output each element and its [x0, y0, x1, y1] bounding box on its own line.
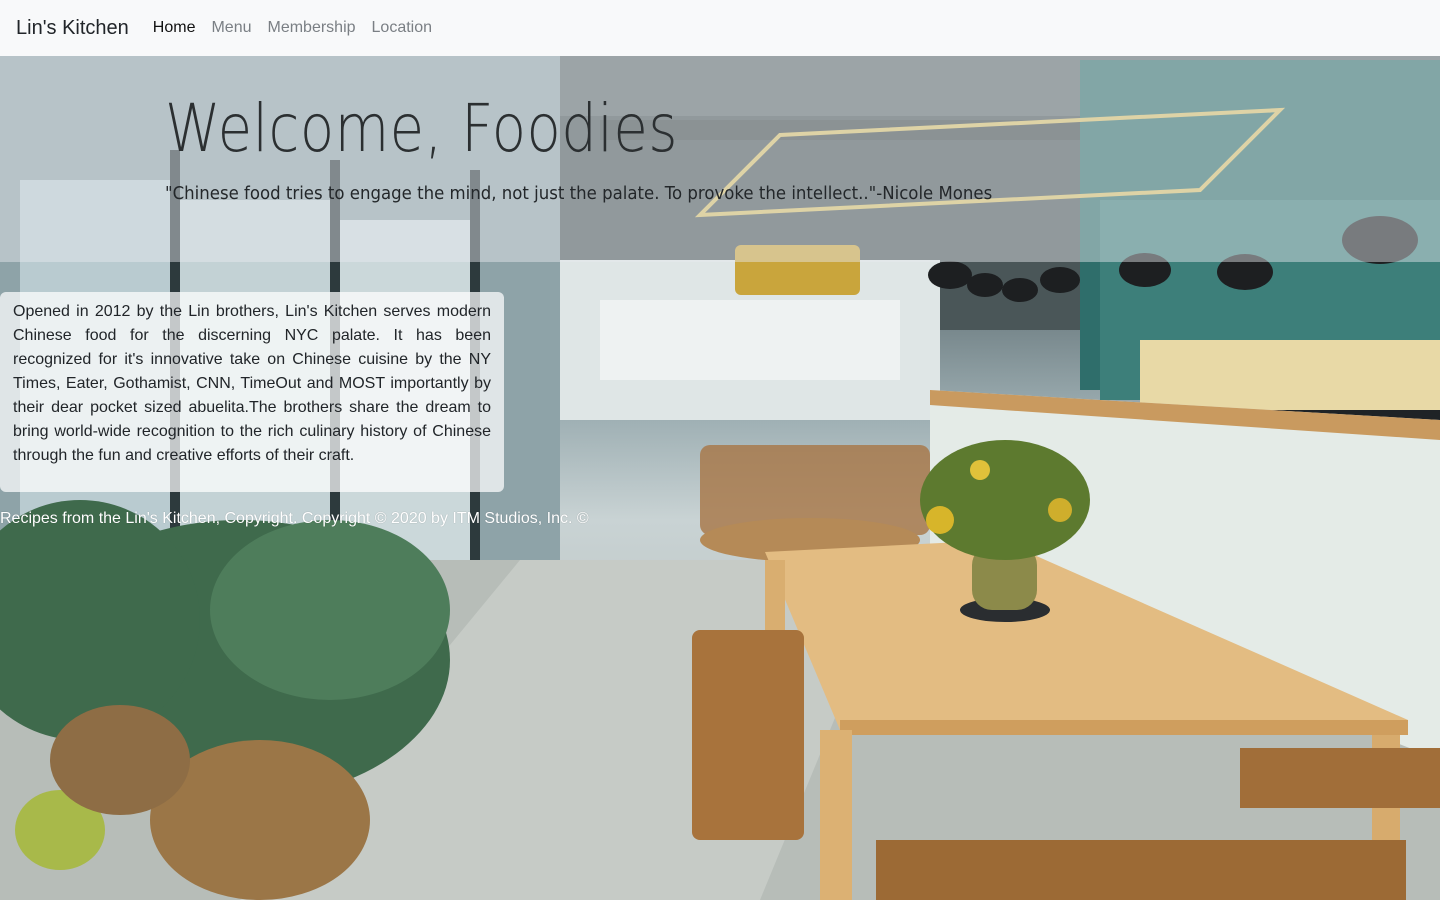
nav-link-location[interactable]: Location	[364, 11, 441, 45]
about-text: Opened in 2012 by the Lin brothers, Lin'…	[13, 303, 491, 464]
hero-title: Welcome, Foodies	[165, 90, 678, 167]
about-card: Opened in 2012 by the Lin brothers, Lin'…	[0, 292, 504, 492]
brand-logo-link[interactable]: Lin's Kitchen	[16, 17, 129, 40]
navbar: Lin's Kitchen Home Menu Membership Locat…	[0, 0, 1440, 56]
nav-links: Home Menu Membership Location	[145, 11, 440, 45]
nav-link-home[interactable]: Home	[145, 11, 204, 45]
footer-copyright: Recipes from the Lin's Kitchen, Copyrigh…	[0, 510, 589, 527]
hero-jumbotron: Welcome, Foodies "Chinese food tries to …	[0, 56, 1440, 262]
nav-link-membership[interactable]: Membership	[260, 11, 364, 45]
hero-quote: "Chinese food tries to engage the mind, …	[165, 183, 993, 204]
nav-link-menu[interactable]: Menu	[203, 11, 259, 45]
